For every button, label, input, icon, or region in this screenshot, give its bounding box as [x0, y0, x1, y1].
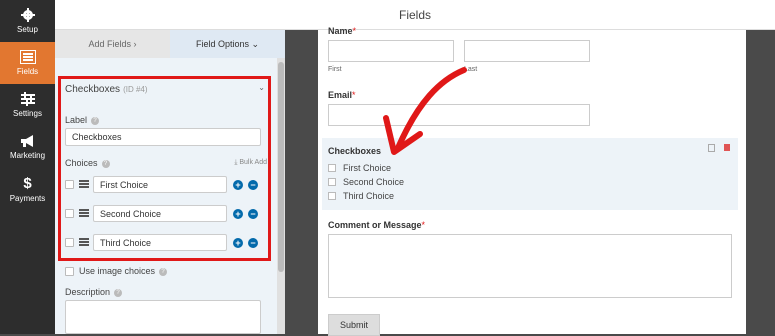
remove-choice-icon[interactable]: −: [248, 238, 258, 248]
help-icon[interactable]: ?: [91, 116, 100, 125]
choice-input[interactable]: Second Choice: [93, 205, 227, 222]
help-icon[interactable]: ?: [114, 288, 123, 297]
add-choice-icon[interactable]: +: [233, 238, 243, 248]
option-label: Second Choice: [343, 177, 405, 187]
field-id: (ID #4): [123, 85, 148, 94]
choice-default-checkbox[interactable]: [65, 180, 74, 189]
help-icon[interactable]: ?: [159, 267, 168, 276]
options-body: Checkboxes (ID #4) ⌄ Label? Checkboxes C…: [55, 58, 277, 334]
description-label: Description: [65, 287, 111, 297]
tab-add-fields[interactable]: Add Fields ›: [55, 30, 170, 58]
field-options-panel: Add Fields › Field Options ⌄ Checkboxes …: [55, 30, 285, 334]
email-label: Email: [328, 90, 353, 100]
megaphone-icon: [20, 135, 33, 147]
last-name-input[interactable]: [464, 40, 590, 62]
name-label: Name: [328, 26, 353, 36]
add-choice-icon[interactable]: +: [233, 180, 243, 190]
chevron-down-icon[interactable]: ⌄: [258, 83, 265, 95]
choice-default-checkbox[interactable]: [65, 238, 74, 247]
drag-handle-icon[interactable]: [79, 180, 89, 188]
nav-setup-label: Setup: [17, 25, 38, 34]
option-checkbox[interactable]: [328, 178, 336, 186]
nav-payments-label: Payments: [9, 193, 46, 203]
choice-input[interactable]: Third Choice: [93, 234, 227, 251]
label-label: Label: [65, 115, 88, 125]
first-name-input[interactable]: [328, 40, 454, 62]
side-nav: Setup Fields Settings Marketing $ Paymen…: [0, 0, 55, 334]
nav-settings-label: Settings: [13, 109, 42, 118]
comment-label: Comment or Message: [328, 220, 422, 230]
use-image-choices-label: Use image choices: [79, 266, 156, 276]
submit-button[interactable]: Submit: [328, 314, 380, 336]
nav-settings[interactable]: Settings: [0, 84, 55, 126]
fields-icon: [19, 50, 36, 64]
option-checkbox[interactable]: [328, 192, 336, 200]
nav-setup[interactable]: Setup: [0, 0, 55, 42]
help-icon[interactable]: ?: [101, 159, 110, 168]
choices-label: Choices: [65, 158, 98, 168]
nav-payments[interactable]: $ Payments: [0, 168, 55, 210]
label-input[interactable]: Checkboxes: [65, 128, 261, 146]
option-label: Third Choice: [343, 191, 395, 201]
bulk-add-link[interactable]: ⤓ Bulk Add: [234, 159, 267, 167]
remove-choice-icon[interactable]: −: [248, 180, 258, 190]
first-sublabel: First: [328, 66, 342, 73]
nav-marketing-label: Marketing: [9, 151, 46, 160]
add-choice-icon[interactable]: +: [233, 209, 243, 219]
tab-field-options[interactable]: Field Options ⌄: [170, 30, 285, 58]
duplicate-icon[interactable]: [708, 144, 715, 152]
nav-fields-label: Fields: [16, 67, 39, 76]
page-scrollbar[interactable]: [760, 30, 775, 334]
field-options-header[interactable]: Checkboxes (ID #4) ⌄: [65, 83, 265, 95]
field-title: Checkboxes: [65, 84, 121, 95]
option-label: First Choice: [343, 163, 392, 173]
trash-icon[interactable]: [724, 144, 730, 151]
drag-handle-icon[interactable]: [79, 238, 89, 246]
nav-fields[interactable]: Fields: [0, 42, 55, 84]
nav-marketing[interactable]: Marketing: [0, 126, 55, 168]
dollar-icon: $: [23, 174, 32, 192]
comment-textarea[interactable]: [328, 234, 732, 298]
drag-handle-icon[interactable]: [79, 209, 89, 217]
sliders-icon: [20, 92, 35, 106]
panel-scrollbar[interactable]: [277, 58, 285, 334]
checkboxes-label: Checkboxes: [328, 146, 382, 156]
annotation-arrow: [383, 67, 467, 155]
gear-icon: [20, 8, 35, 22]
description-textarea[interactable]: [65, 300, 261, 334]
remove-choice-icon[interactable]: −: [248, 209, 258, 219]
choice-input[interactable]: First Choice: [93, 176, 227, 193]
option-checkbox[interactable]: [328, 164, 336, 172]
use-image-choices-checkbox[interactable]: [65, 267, 74, 276]
page-title: Fields: [55, 0, 775, 30]
choice-default-checkbox[interactable]: [65, 209, 74, 218]
